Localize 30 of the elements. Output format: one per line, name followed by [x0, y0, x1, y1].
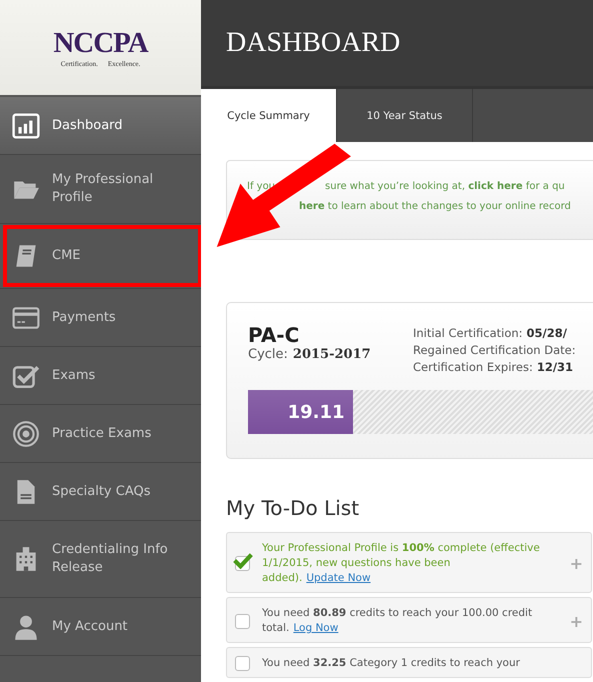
todo-link[interactable]: Update Now	[306, 572, 371, 584]
detail-label: Initial Certification:	[413, 325, 523, 342]
checkmark-icon	[233, 552, 253, 569]
notice-text: sure what you’re looking at, click here for a qu	[325, 181, 565, 192]
target-icon	[12, 420, 40, 448]
notice-text: here to learn about the changes to your online record	[299, 201, 571, 212]
page-title: DASHBOARD	[226, 27, 400, 60]
cycle-value: 2015-2017	[292, 347, 371, 362]
tab[interactable]: Cycle Summary	[201, 89, 337, 142]
person-icon	[12, 612, 40, 640]
cycle-label: Cycle:	[248, 347, 288, 362]
credit-total: 19.11	[288, 402, 344, 422]
chart-icon	[12, 112, 40, 140]
detail-value: 05/28/	[526, 325, 567, 342]
checkbox[interactable]	[235, 614, 250, 628]
sidebar-item[interactable]: Dashboard	[0, 97, 201, 155]
detail-value: 12/31	[536, 359, 574, 376]
todo-text: Your Professional Profile is 100% complete (effective 1/1/2015, new questions have been added). Update Now	[262, 541, 541, 586]
todo-text: You need 32.25 Category 1 credits to reach your	[262, 656, 521, 671]
checkbox[interactable]	[235, 556, 250, 571]
checkbox[interactable]	[235, 656, 250, 671]
sidebar-item[interactable]: Specialty CAQs	[0, 463, 201, 521]
detail-label: Certification Expires:	[413, 359, 533, 376]
section-heading: My To-Do List	[226, 496, 360, 520]
tab[interactable]: 10 Year Status	[337, 89, 473, 142]
logo-text: NCCPA	[53, 27, 148, 60]
todo-link[interactable]: Log Now	[293, 622, 338, 634]
certification-title: PA-C	[248, 323, 300, 347]
todo-text: You need 80.89 credits to reach your 100.00 credit total. Log Now	[262, 606, 534, 636]
detail-label: Regained Certification Date:	[413, 342, 576, 359]
